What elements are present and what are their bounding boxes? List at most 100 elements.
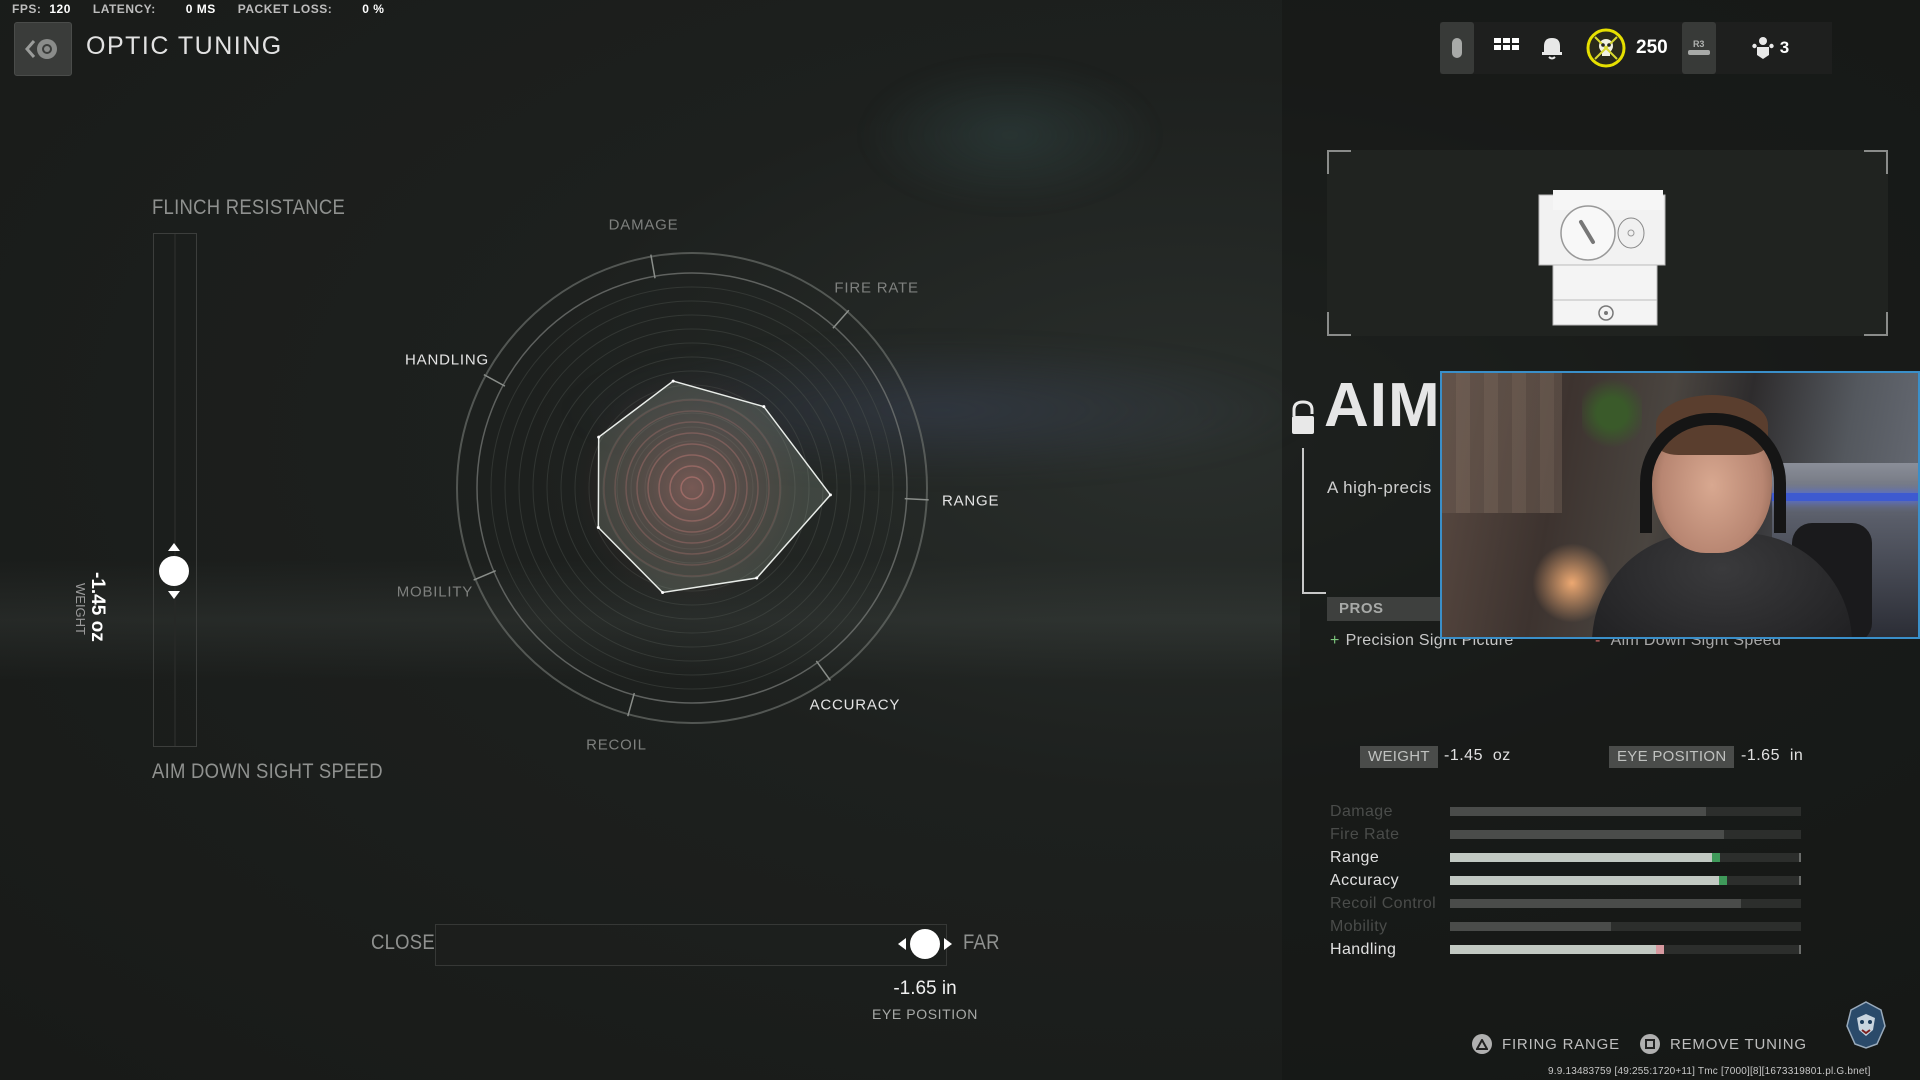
stat-bar-track: [1450, 807, 1801, 816]
stat-name: Range: [1330, 848, 1380, 866]
arrow-up-icon: [168, 542, 180, 551]
eye-position-slider-handle[interactable]: [897, 929, 952, 959]
radar-vertex: [755, 576, 759, 580]
radar-axis-tick: [815, 660, 831, 681]
cod-points-icon: [1586, 28, 1626, 68]
radar-vertex: [828, 493, 832, 497]
radar-label-accuracy: ACCURACY: [809, 696, 901, 714]
stat-bar-track: [1450, 876, 1801, 885]
stat-name: Accuracy: [1330, 871, 1399, 889]
stat-bar-change: [1656, 945, 1665, 954]
radar-vertex: [597, 435, 601, 439]
eye-position-slider-track[interactable]: [435, 924, 947, 966]
radar-label-damage: DAMAGE: [608, 216, 679, 234]
frame-corner: [1864, 312, 1888, 336]
latency-value: 0 MS: [185, 2, 216, 16]
description-bracket: [1302, 448, 1326, 594]
stat-bar-end: [1799, 945, 1801, 954]
party-button[interactable]: [1752, 36, 1774, 60]
packet-loss-label: PACKET LOSS:: [237, 2, 333, 16]
stick-icon: [1687, 50, 1710, 55]
optic-sight-image: [1538, 190, 1666, 326]
cod-points-badge[interactable]: [1586, 28, 1626, 68]
firing-range-button[interactable]: FIRING RANGE: [1472, 1034, 1620, 1054]
close-label: CLOSE: [371, 931, 435, 954]
party-icon: [1752, 37, 1774, 59]
radar-vertex: [671, 379, 675, 383]
webcam-background-shelf: [1442, 373, 1562, 513]
attachment-preview: [1327, 150, 1888, 336]
r3-button[interactable]: R3: [1681, 22, 1716, 74]
notifications-button[interactable]: [1540, 35, 1564, 61]
remove-tuning-label: REMOVE TUNING: [1670, 1035, 1807, 1053]
weight-slider-handle[interactable]: [159, 542, 189, 599]
stat-name: Recoil Control: [1330, 894, 1437, 912]
eye-position-name: EYE POSITION: [872, 1006, 978, 1022]
weight-readout: -1.45 oz: [86, 572, 108, 642]
eye-position-chip-value: -1.65 in: [1741, 747, 1804, 764]
stat-bar-change: [1719, 876, 1728, 885]
stat-row: Damage: [1330, 800, 1802, 823]
radar-axis-tick: [904, 497, 929, 501]
r3-label: R3: [1692, 39, 1705, 49]
arrow-left-icon: [897, 938, 906, 950]
radar-vertex: [661, 591, 665, 595]
radar-vertex: [596, 525, 600, 529]
triangle-button-icon: [1472, 1034, 1492, 1054]
bell-icon: [1542, 38, 1562, 60]
background-blur: [860, 60, 1160, 210]
radar-label-recoil: RECOIL: [586, 736, 647, 754]
attachment-name: AIM: [1324, 371, 1441, 440]
tiger-emblem-icon: [1846, 1001, 1886, 1049]
radar-axis-tick: [627, 692, 636, 717]
grid-menu-button[interactable]: [1494, 38, 1520, 58]
stat-row: Handling: [1330, 938, 1802, 961]
stat-bar-track: [1450, 945, 1801, 954]
stat-name: Damage: [1330, 802, 1393, 820]
pros-header: PROS: [1327, 597, 1451, 621]
radar-label-fire-rate: FIRE RATE: [834, 279, 919, 297]
stat-bars: Damage Fire Rate Range Accuracy Recoil Contr…: [1330, 800, 1802, 961]
page-title: OPTIC TUNING: [86, 32, 283, 60]
ads-speed-label: AIM DOWN SIGHT SPEED: [152, 760, 383, 783]
radar-axis-tick: [832, 309, 850, 329]
currency-value: 250: [1636, 37, 1668, 58]
stat-name: Fire Rate: [1330, 825, 1400, 843]
remove-tuning-button[interactable]: REMOVE TUNING: [1640, 1034, 1807, 1054]
weight-chip: WEIGHT: [1360, 746, 1438, 768]
touchpad-button[interactable]: [1440, 22, 1474, 74]
plus-icon: +: [1330, 632, 1340, 649]
stat-bar-track: [1450, 830, 1801, 839]
eye-position-value: -1.65 in: [893, 978, 957, 999]
unlocked-padlock-icon: [1292, 400, 1314, 434]
stat-row: Range: [1330, 846, 1802, 869]
radar-vertex: [762, 405, 766, 409]
webcam-christmas-tree: [1582, 373, 1642, 453]
frame-corner: [1327, 312, 1351, 336]
stat-name: Mobility: [1330, 917, 1388, 935]
slider-thumb[interactable]: [159, 555, 189, 586]
stat-bar-track: [1450, 853, 1801, 862]
weight-name: WEIGHT: [73, 583, 88, 635]
stat-row: Mobility: [1330, 915, 1802, 938]
stat-bar-end: [1799, 853, 1801, 862]
performance-overlay: FPS: 120 LATENCY: 0 MS PACKET LOSS: 0 %: [12, 2, 406, 16]
frame-corner: [1327, 150, 1351, 174]
stat-bar-fill: [1450, 807, 1707, 816]
touchpad-icon: [1452, 38, 1462, 58]
packet-loss-value: 0 %: [362, 2, 385, 16]
back-button[interactable]: [14, 22, 72, 76]
eye-position-chip: EYE POSITION: [1609, 746, 1735, 768]
radar-stat-polygon: [597, 380, 832, 594]
grid-menu-icon: [1494, 38, 1519, 50]
slider-thumb[interactable]: [909, 929, 940, 959]
webcam-overlay: [1440, 371, 1920, 639]
party-count: 3: [1779, 38, 1790, 57]
stat-bar-fill: [1450, 945, 1665, 954]
weight-slider-track[interactable]: [153, 233, 197, 747]
stat-bar-fill: [1450, 876, 1728, 885]
flinch-resistance-label: FLINCH RESISTANCE: [152, 196, 346, 219]
stat-name: Handling: [1330, 940, 1397, 958]
build-version: 9.9.13483759 [49:255:1720+11] Tmc [7000]…: [1548, 1066, 1871, 1077]
radar-axis-tick: [473, 570, 497, 581]
